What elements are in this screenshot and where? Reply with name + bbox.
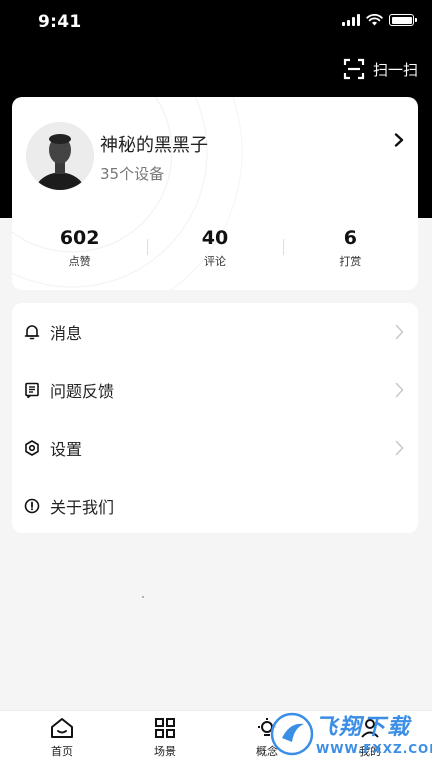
avatar-image: [26, 122, 94, 190]
menu-card: 消息 问题反馈 设置 关于我们: [12, 303, 418, 533]
device-count: 35个设备: [100, 165, 165, 183]
battery-icon: [389, 14, 417, 26]
tab-label: 场景: [154, 745, 176, 758]
chevron-right-icon: [395, 440, 404, 456]
status-time: 9:41: [38, 12, 82, 32]
avatar[interactable]: [26, 122, 94, 190]
profile-card: 神秘的黑黑子 35个设备 602 点赞 40 评论 6 打赏: [12, 97, 418, 290]
stat-value: 40: [201, 227, 229, 249]
watermark-logo: [270, 712, 314, 756]
stat-value: 6: [343, 227, 357, 249]
watermark-url: WWW.FXXZ.COM: [316, 742, 432, 756]
decorative-dot: [142, 596, 144, 598]
wifi-icon: [366, 14, 383, 26]
chevron-right-icon: [395, 324, 404, 340]
chevron-right-icon: [395, 382, 404, 398]
stat-label: 点赞: [68, 255, 91, 268]
status-bar: 9:41: [0, 0, 432, 44]
tab-scenes[interactable]: 场景: [135, 717, 195, 759]
bell-icon: [24, 324, 40, 340]
stat-comments[interactable]: 40 评论: [147, 225, 282, 275]
stat-tips[interactable]: 6 打赏: [282, 225, 418, 275]
grid-icon: [155, 718, 175, 738]
watermark: 飞翔下载 WWW.FXXZ.COM: [270, 704, 432, 766]
chevron-right-icon[interactable]: [394, 133, 404, 147]
stat-label: 评论: [203, 255, 226, 268]
menu-item-messages[interactable]: 消息: [12, 303, 418, 361]
stats-row: 602 点赞 40 评论 6 打赏: [12, 225, 418, 275]
tab-label: 首页: [51, 745, 73, 758]
settings-icon: [24, 440, 40, 456]
status-icons: [342, 14, 417, 26]
tab-home[interactable]: 首页: [32, 717, 92, 759]
menu-item-label: 设置: [50, 440, 83, 459]
home-icon: [51, 718, 73, 738]
menu-item-feedback[interactable]: 问题反馈: [12, 361, 418, 419]
signal-icon: [342, 14, 360, 26]
scan-icon: [343, 58, 365, 80]
info-icon: [24, 498, 40, 514]
scan-button[interactable]: 扫一扫: [343, 58, 418, 80]
menu-item-label: 消息: [50, 324, 83, 343]
menu-item-label: 问题反馈: [50, 382, 115, 401]
stat-value: 602: [59, 227, 100, 249]
scan-label: 扫一扫: [372, 60, 418, 79]
user-name: 神秘的黑黑子: [100, 135, 208, 156]
stat-likes[interactable]: 602 点赞: [12, 225, 147, 275]
feedback-icon: [24, 382, 40, 398]
watermark-text: 飞翔下载: [315, 715, 412, 740]
menu-item-settings[interactable]: 设置: [12, 419, 418, 477]
stat-label: 打赏: [339, 255, 362, 268]
menu-item-label: 关于我们: [50, 498, 115, 517]
menu-item-about[interactable]: 关于我们: [12, 477, 418, 535]
